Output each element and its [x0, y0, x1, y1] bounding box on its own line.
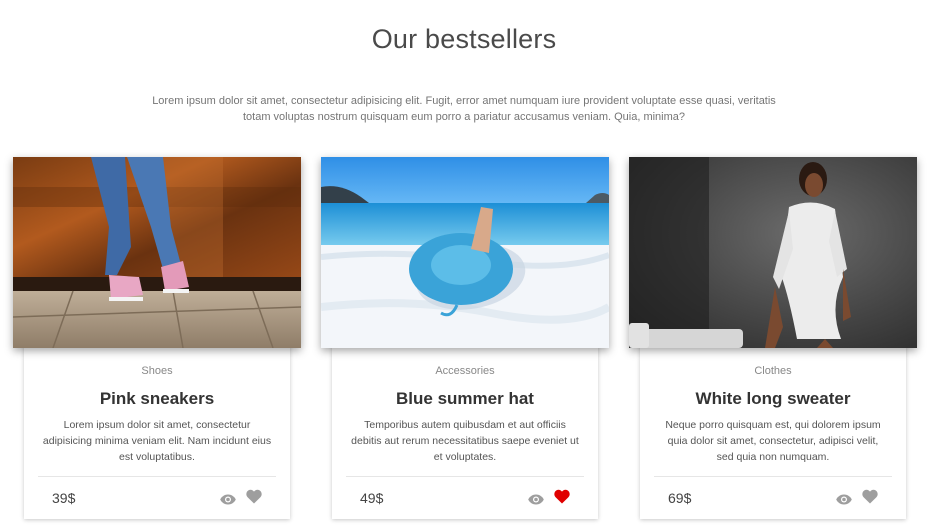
- heart-icon[interactable]: [246, 489, 262, 509]
- product-image-sneakers[interactable]: [13, 157, 301, 348]
- card-divider: [654, 476, 892, 477]
- product-card-body: Clothes White long sweater Neque porro q…: [640, 341, 906, 519]
- card-divider: [38, 476, 276, 477]
- product-name[interactable]: Blue summer hat: [332, 389, 598, 409]
- product-name[interactable]: Pink sneakers: [24, 389, 290, 409]
- product-image-sweater[interactable]: [629, 157, 917, 348]
- product-description: Temporibus autem quibusdam et aut offici…: [351, 419, 579, 463]
- product-price: 49$: [360, 490, 384, 506]
- product-name[interactable]: White long sweater: [640, 389, 906, 409]
- section-title: Our bestsellers: [371, 24, 557, 55]
- eye-icon[interactable]: [836, 492, 852, 510]
- product-price: 69$: [668, 490, 692, 506]
- product-category: Clothes: [754, 365, 792, 377]
- heart-icon[interactable]: [554, 489, 570, 509]
- product-category: Accessories: [435, 365, 495, 377]
- product-card-blue-summer-hat[interactable]: Accessories Blue summer hat Temporibus a…: [321, 157, 609, 520]
- product-image-summer-hat[interactable]: [321, 157, 609, 348]
- product-description: Lorem ipsum dolor sit amet, consectetur …: [42, 419, 272, 463]
- section-intro: Lorem ipsum dolor sit amet, consectetur …: [152, 95, 776, 123]
- product-card-pink-sneakers[interactable]: Shoes Pink sneakers Lorem ipsum dolor si…: [13, 157, 301, 520]
- eye-icon[interactable]: [528, 492, 544, 510]
- product-description: Neque porro quisquam est, qui dolorem ip…: [665, 419, 881, 463]
- product-card-body: Shoes Pink sneakers Lorem ipsum dolor si…: [24, 341, 290, 519]
- eye-icon[interactable]: [220, 492, 236, 510]
- card-divider: [346, 476, 584, 477]
- product-price: 39$: [52, 490, 76, 506]
- product-card-body: Accessories Blue summer hat Temporibus a…: [332, 341, 598, 519]
- product-category: Shoes: [141, 365, 173, 377]
- heart-icon[interactable]: [862, 489, 878, 509]
- product-card-white-long-sweater[interactable]: Clothes White long sweater Neque porro q…: [629, 157, 917, 520]
